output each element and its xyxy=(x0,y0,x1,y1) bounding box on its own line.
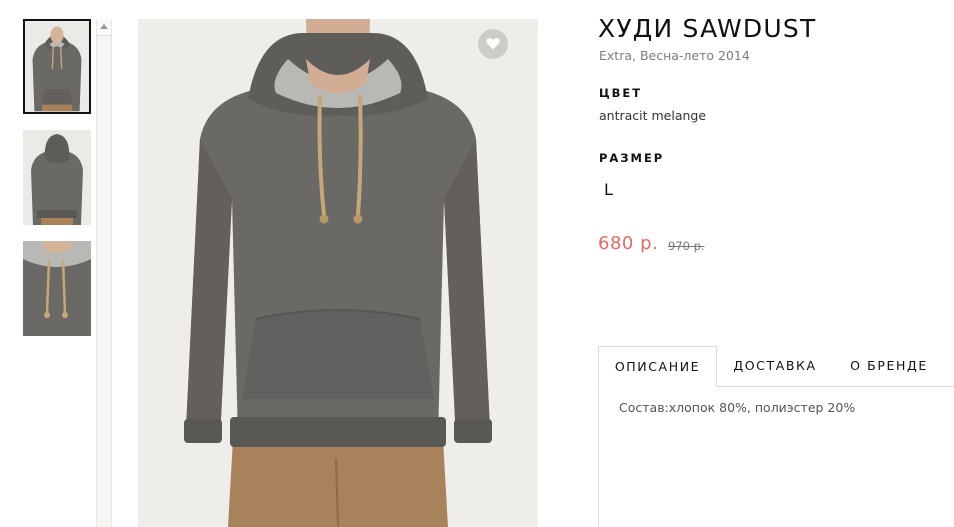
thumbnail-front-image xyxy=(25,21,89,112)
scroll-up-button[interactable] xyxy=(97,19,111,36)
product-title: ХУДИ SAWDUST xyxy=(598,14,817,43)
current-price: 680 р. xyxy=(598,233,659,254)
main-product-image xyxy=(138,19,538,527)
heart-icon xyxy=(486,38,500,50)
tab-about-brand[interactable]: О БРЕНДЕ xyxy=(839,346,939,386)
thumbnail-gallery xyxy=(0,0,96,527)
color-value: antracit melange xyxy=(599,108,707,123)
favorite-button[interactable] xyxy=(478,29,508,59)
tab-delivery[interactable]: ДОСТАВКА xyxy=(723,346,827,386)
product-subtitle: Extra, Весна-лето 2014 xyxy=(599,48,750,63)
description-panel: Состав:хлопок 80%, полиэстер 20% xyxy=(598,386,954,527)
thumbnail-scrollbar[interactable] xyxy=(96,19,112,527)
size-label: РАЗМЕР xyxy=(599,151,665,165)
thumbnail-back-image xyxy=(23,130,91,225)
old-price: 970 р. xyxy=(668,239,705,253)
composition-text: Состав:хлопок 80%, полиэстер 20% xyxy=(619,400,856,415)
thumbnail-back[interactable] xyxy=(23,130,91,225)
chevron-up-icon xyxy=(100,24,108,29)
product-photo xyxy=(138,19,538,527)
thumbnail-detail-image xyxy=(23,241,91,336)
thumbnail-front[interactable] xyxy=(23,19,91,114)
color-label: ЦВЕТ xyxy=(599,86,643,100)
tab-description[interactable]: ОПИСАНИЕ xyxy=(598,346,717,387)
size-option-l[interactable]: L xyxy=(601,180,616,199)
thumbnail-detail[interactable] xyxy=(23,241,91,336)
